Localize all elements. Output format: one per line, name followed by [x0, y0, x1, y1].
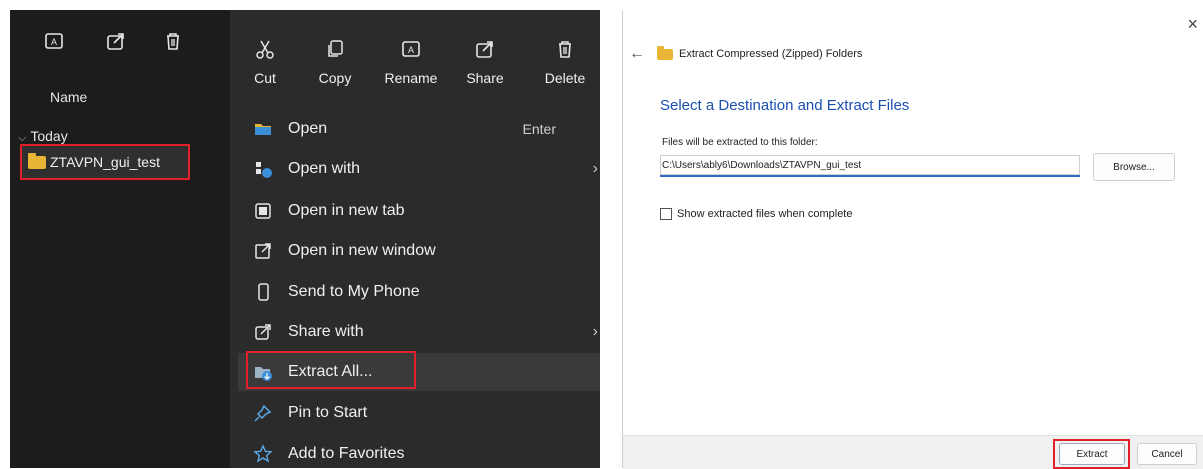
- copy-button[interactable]: Copy: [300, 38, 370, 86]
- menu-item-label: Send to My Phone: [288, 283, 420, 300]
- zip-folder-icon: [657, 45, 673, 60]
- phone-icon: [252, 281, 274, 303]
- zip-folder-icon: [28, 152, 46, 169]
- chevron-right-icon: ›: [592, 323, 598, 340]
- copy-icon: [324, 38, 346, 60]
- menu-item-label: Add to Favorites: [288, 445, 405, 462]
- new-window-icon: [252, 240, 274, 262]
- rename-icon: A: [400, 38, 422, 60]
- show-files-checkbox[interactable]: [660, 208, 672, 220]
- pin-icon: [252, 402, 274, 424]
- trash-icon: [554, 38, 576, 60]
- dialog-title-text: Extract Compressed (Zipped) Folders: [679, 48, 863, 60]
- extract-button[interactable]: Extract: [1059, 443, 1125, 465]
- share-label: Share: [466, 70, 504, 86]
- share-icon[interactable]: [105, 30, 127, 52]
- chevron-down-icon[interactable]: ⌵: [18, 132, 26, 144]
- cut-label: Cut: [254, 70, 276, 86]
- file-item-zip[interactable]: ZTAVPN_gui_test: [20, 144, 190, 180]
- chevron-right-icon: ›: [592, 160, 598, 177]
- dialog-footer: Extract Cancel: [623, 435, 1203, 469]
- svg-text:A: A: [408, 45, 414, 55]
- shortcut-text: Enter: [522, 121, 556, 137]
- cut-button[interactable]: Cut: [230, 38, 300, 86]
- dialog-heading: Select a Destination and Extract Files: [660, 97, 910, 114]
- share-icon: [252, 321, 274, 343]
- folder-icon: [252, 118, 274, 140]
- star-icon: [252, 443, 274, 465]
- extract-dialog: × ← Extract Compressed (Zipped) Folders …: [622, 10, 1203, 469]
- destination-label: Files will be extracted to this folder:: [662, 137, 818, 148]
- rename-button[interactable]: A Rename: [376, 38, 446, 86]
- menu-item-add-to-favorites[interactable]: Add to Favorites: [238, 435, 600, 468]
- explorer-screenshot: A Name ⌵ Today ZTAVPN_gui_test Cut Copy …: [0, 0, 615, 468]
- show-files-option[interactable]: Show extracted files when complete: [660, 208, 852, 220]
- menu-item-extract-all[interactable]: Extract All...: [238, 351, 600, 391]
- new-tab-icon: [252, 200, 274, 222]
- file-explorer: A Name ⌵ Today ZTAVPN_gui_test Cut Copy …: [10, 10, 600, 468]
- file-name: ZTAVPN_gui_test: [50, 154, 160, 170]
- rename-label: Rename: [384, 70, 438, 86]
- scissors-icon: [254, 38, 276, 60]
- highlight-box: [246, 351, 416, 389]
- group-label: Today: [30, 128, 68, 144]
- menu-item-label: Open in new window: [288, 242, 436, 259]
- delete-icon[interactable]: [162, 30, 184, 52]
- svg-text:A: A: [51, 37, 57, 47]
- menu-item-label: Pin to Start: [288, 404, 368, 421]
- close-button[interactable]: ×: [1187, 14, 1198, 35]
- menu-item-label: Open in new tab: [288, 202, 405, 219]
- copy-label: Copy: [318, 70, 352, 86]
- back-button[interactable]: ←: [629, 45, 645, 63]
- dialog-title: Extract Compressed (Zipped) Folders: [657, 45, 863, 60]
- destination-input[interactable]: [660, 155, 1080, 177]
- open-with-icon: [252, 158, 274, 180]
- menu-item-label: Open: [288, 120, 328, 137]
- share-button[interactable]: Share: [450, 38, 520, 86]
- menu-item-share-with[interactable]: Share with ›: [238, 313, 600, 351]
- menu-item-open-new-tab[interactable]: Open in new tab: [238, 192, 600, 230]
- share-icon: [474, 38, 496, 60]
- menu-item-open[interactable]: Open Enter: [238, 110, 600, 148]
- menu-item-open-new-window[interactable]: Open in new window: [238, 232, 600, 270]
- menu-item-label: Share with: [288, 323, 364, 340]
- menu-item-pin-to-start[interactable]: Pin to Start: [238, 394, 600, 432]
- delete-button[interactable]: Delete: [530, 38, 600, 86]
- column-header-name[interactable]: Name: [50, 89, 87, 105]
- browse-button[interactable]: Browse...: [1093, 153, 1175, 181]
- menu-item-label: Open with: [288, 160, 361, 177]
- menu-item-send-to-phone[interactable]: Send to My Phone: [238, 273, 600, 311]
- delete-label: Delete: [544, 70, 586, 86]
- show-files-label: Show extracted files when complete: [677, 208, 853, 220]
- cancel-button[interactable]: Cancel: [1137, 443, 1197, 465]
- context-menu: Cut Copy A Rename Share Delete Open Ente…: [230, 10, 600, 468]
- menu-item-open-with[interactable]: Open with ›: [238, 150, 600, 188]
- rename-icon[interactable]: A: [43, 30, 65, 52]
- group-header-today[interactable]: ⌵ Today: [18, 128, 68, 145]
